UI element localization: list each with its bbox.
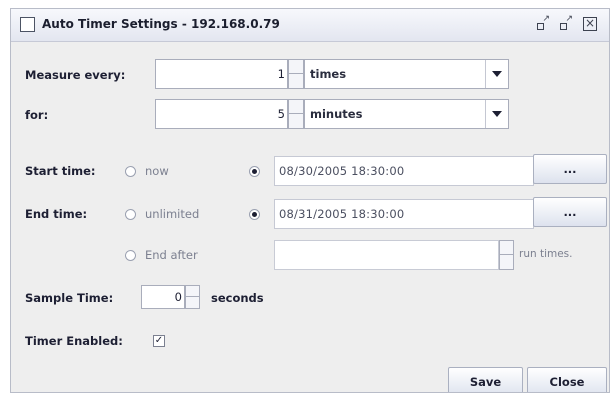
- measure-every-value: 1: [277, 67, 285, 81]
- spinner-up-icon[interactable]: [500, 241, 513, 255]
- sample-time-unit-label: seconds: [211, 291, 264, 305]
- measure-every-spinner[interactable]: [288, 59, 304, 89]
- measure-every-field[interactable]: 1: [155, 59, 288, 89]
- for-field[interactable]: 5: [155, 99, 288, 129]
- start-now-radio[interactable]: [125, 166, 136, 177]
- sample-time-spinner[interactable]: [185, 285, 200, 309]
- spinner-down-icon[interactable]: [186, 297, 199, 308]
- title-bar[interactable]: Auto Timer Settings - 192.168.0.79 ↗ ↗ ×: [11, 9, 609, 42]
- end-time-label: End time:: [25, 207, 88, 221]
- sample-time-label: Sample Time:: [25, 291, 114, 305]
- spinner-down-icon[interactable]: [500, 255, 513, 269]
- start-date-value: 08/30/2005 18:30:00: [279, 164, 405, 178]
- app-icon: [20, 17, 35, 32]
- end-after-label: End after: [145, 248, 198, 262]
- timer-enabled-checkbox[interactable]: ✓: [153, 335, 165, 347]
- measure-unit-value: times: [310, 67, 347, 81]
- chevron-down-icon[interactable]: [485, 100, 508, 128]
- end-after-radio[interactable]: [125, 250, 136, 261]
- for-unit-select[interactable]: minutes: [304, 99, 509, 129]
- start-date-radio[interactable]: [249, 166, 260, 177]
- sample-time-field[interactable]: 0: [141, 285, 185, 309]
- for-label: for:: [25, 108, 49, 122]
- run-times-label: run times.: [519, 248, 573, 260]
- end-date-picker-button[interactable]: ...: [533, 197, 607, 227]
- start-date-field[interactable]: 08/30/2005 18:30:00: [274, 156, 534, 186]
- spinner-down-icon[interactable]: [289, 74, 303, 88]
- end-after-run-count-field[interactable]: [274, 240, 499, 270]
- end-after-spinner[interactable]: [499, 240, 514, 270]
- spinner-up-icon[interactable]: [289, 100, 303, 114]
- timer-enabled-label: Timer Enabled:: [25, 334, 123, 348]
- window-title: Auto Timer Settings - 192.168.0.79: [42, 17, 280, 31]
- save-button[interactable]: Save: [448, 367, 523, 392]
- measure-unit-select[interactable]: times: [304, 59, 509, 89]
- start-now-label: now: [145, 164, 169, 178]
- start-date-picker-button[interactable]: ...: [533, 154, 607, 184]
- end-unlimited-label: unlimited: [145, 207, 200, 221]
- for-value: 5: [277, 107, 285, 121]
- end-date-radio[interactable]: [249, 209, 260, 220]
- maximize-icon[interactable]: ↗: [559, 14, 573, 31]
- close-button[interactable]: Close: [527, 367, 607, 392]
- measure-every-label: Measure every:: [25, 68, 126, 82]
- end-date-field[interactable]: 08/31/2005 18:30:00: [274, 199, 534, 229]
- auto-timer-dialog: Auto Timer Settings - 192.168.0.79 ↗ ↗ ×…: [10, 8, 610, 393]
- sample-time-value: 0: [174, 290, 182, 304]
- start-time-label: Start time:: [25, 164, 96, 178]
- end-unlimited-radio[interactable]: [125, 209, 136, 220]
- close-icon[interactable]: ×: [583, 17, 597, 31]
- end-date-value: 08/31/2005 18:30:00: [279, 207, 405, 221]
- for-unit-value: minutes: [310, 107, 363, 121]
- spinner-down-icon[interactable]: [289, 114, 303, 128]
- for-spinner[interactable]: [288, 99, 304, 129]
- spinner-up-icon[interactable]: [186, 286, 199, 297]
- chevron-down-icon[interactable]: [485, 60, 508, 88]
- spinner-up-icon[interactable]: [289, 60, 303, 74]
- minimize-icon[interactable]: ↗: [536, 14, 550, 31]
